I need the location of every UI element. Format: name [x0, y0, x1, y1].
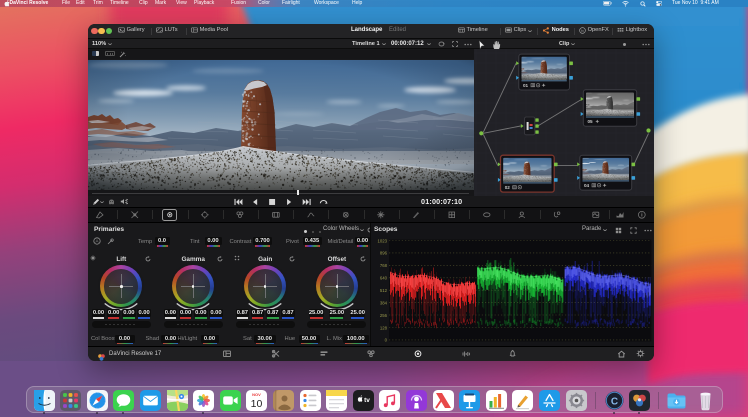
svg-text:tv: tv	[364, 396, 370, 403]
svg-text:NOV: NOV	[252, 391, 261, 396]
svg-text:640: 640	[380, 275, 388, 280]
svg-text:1023: 1023	[377, 238, 387, 243]
svg-text:C: C	[610, 396, 617, 407]
svg-text:896: 896	[380, 250, 388, 255]
svg-text:01: 01	[523, 83, 529, 88]
svg-text:fx: fx	[581, 29, 584, 33]
svg-text:128: 128	[380, 325, 388, 330]
svg-text:05: 05	[587, 119, 593, 124]
svg-text:10: 10	[251, 398, 263, 410]
svg-text:02: 02	[504, 185, 510, 190]
svg-text:04: 04	[584, 183, 590, 188]
svg-text:512: 512	[380, 288, 388, 293]
svg-text:256: 256	[380, 312, 388, 317]
svg-text:384: 384	[380, 300, 388, 305]
svg-text:A: A	[95, 239, 98, 244]
svg-text:768: 768	[380, 263, 388, 268]
